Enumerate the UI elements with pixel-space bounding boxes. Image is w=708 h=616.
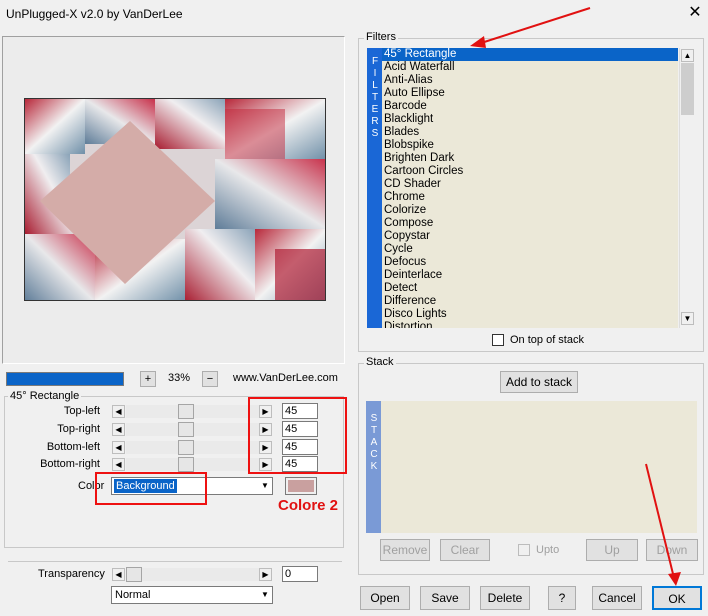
arrow-line-filters <box>477 7 591 45</box>
arrow-head-filters <box>470 36 486 48</box>
arrow-line-ok <box>645 463 675 579</box>
annotation-arrows <box>470 7 681 586</box>
arrow-head-ok <box>668 572 681 586</box>
